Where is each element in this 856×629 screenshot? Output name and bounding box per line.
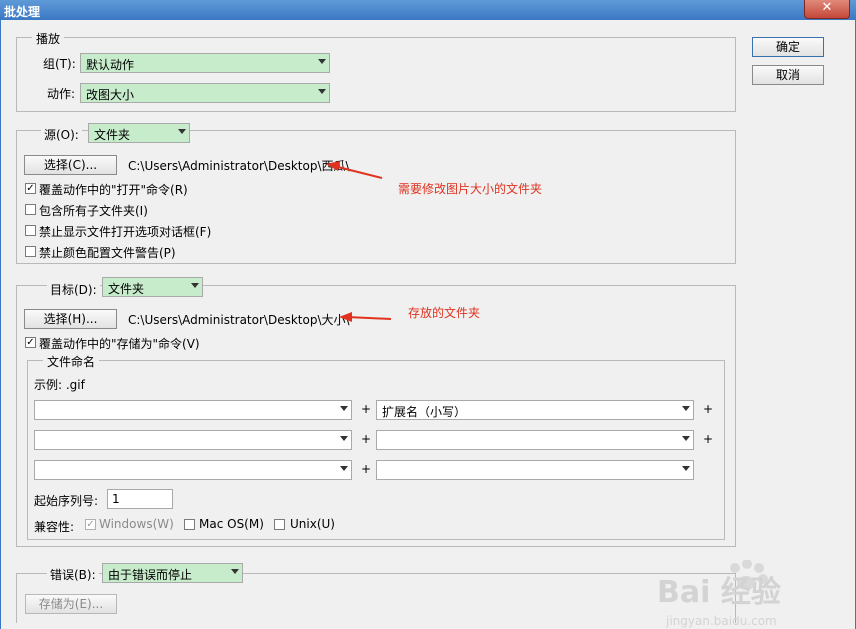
compat-unix-label: Unix(U)	[290, 517, 335, 531]
check-icon: ✓	[86, 519, 95, 530]
chevron-down-icon	[191, 283, 199, 288]
source-choose-button[interactable]: 选择(C)...	[24, 155, 117, 175]
check-icon: ✓	[26, 183, 35, 194]
arrow-annotation-source	[326, 161, 383, 179]
plus-icon[interactable]: +	[703, 432, 713, 446]
group-select[interactable]: 默认动作	[80, 53, 330, 73]
compat-windows-label: Windows(W)	[99, 517, 174, 531]
action-select-value: 改图大小	[86, 88, 135, 102]
plus-icon: +	[361, 402, 372, 416]
compat-unix-checkbox[interactable]	[274, 519, 285, 530]
watermark-url: jingyan.baidu.com	[666, 614, 777, 628]
source-checkbox-override-open-label: 覆盖动作中的"打开"命令(R)	[39, 183, 188, 197]
paw-icon: Bai 经验	[657, 559, 781, 610]
source-checkbox-override-open[interactable]: ✓	[25, 183, 36, 194]
chevron-down-icon	[231, 569, 239, 574]
target-annotation: 存放的文件夹	[408, 306, 481, 320]
file-naming-legend: 文件命名	[43, 353, 100, 370]
source-checkbox-suppress-color-label: 禁止颜色配置文件警告(P)	[39, 246, 176, 260]
source-checkbox-suppress-open-label: 禁止显示文件打开选项对话框(F)	[39, 225, 212, 239]
compat-macos-checkbox[interactable]	[184, 519, 195, 530]
source-select-value: 文件夹	[94, 128, 131, 142]
naming-row-3-right-select[interactable]	[376, 460, 694, 480]
play-legend: 播放	[32, 30, 65, 47]
errors-select-value: 由于错误而停止	[108, 568, 193, 582]
check-icon: ✓	[26, 337, 35, 348]
target-choose-button[interactable]: 选择(H)...	[24, 309, 117, 329]
chevron-down-icon	[318, 59, 326, 64]
chevron-down-icon	[318, 89, 326, 94]
close-icon: ✕	[821, 0, 833, 15]
chevron-down-icon	[340, 466, 348, 471]
naming-row-1-left-select[interactable]	[34, 400, 352, 420]
target-select[interactable]: 文件夹	[102, 277, 203, 297]
naming-example: 示例: .gif	[34, 378, 85, 392]
naming-row-2-right-select[interactable]	[376, 430, 694, 450]
action-label: 动作:	[47, 87, 76, 101]
naming-row-3-left-select[interactable]	[34, 460, 352, 480]
source-checkbox-subfolders[interactable]	[25, 204, 36, 215]
target-select-value: 文件夹	[108, 282, 145, 296]
chevron-down-icon	[178, 129, 186, 134]
save-as-button: 存储为(E)...	[25, 594, 117, 614]
source-checkbox-subfolders-label: 包含所有子文件夹(I)	[39, 204, 148, 218]
chevron-down-icon	[682, 436, 690, 441]
cancel-button[interactable]: 取消	[752, 65, 824, 85]
source-label: 源(O):	[41, 126, 82, 143]
compat-macos-label: Mac OS(M)	[199, 517, 264, 531]
arrow-annotation-target	[339, 312, 392, 322]
close-button[interactable]: ✕	[804, 0, 850, 19]
errors-label: 错误(B):	[47, 566, 99, 583]
source-annotation: 需要修改图片大小的文件夹	[398, 182, 543, 196]
title-bar: 批处理 ✕	[0, 0, 856, 20]
compat-label: 兼容性:	[34, 520, 75, 534]
errors-select[interactable]: 由于错误而停止	[102, 563, 243, 583]
ok-button[interactable]: 确定	[752, 37, 824, 57]
target-checkbox-override-save-label: 覆盖动作中的"存储为"命令(V)	[39, 337, 200, 351]
chevron-down-icon	[340, 406, 348, 411]
start-serial-label: 起始序列号:	[34, 494, 99, 508]
source-path: C:\Users\Administrator\Desktop\西瓜\	[128, 159, 350, 173]
source-checkbox-suppress-open[interactable]	[25, 225, 36, 236]
plus-icon: +	[361, 462, 372, 476]
file-naming-group	[27, 360, 725, 540]
chevron-down-icon	[682, 466, 690, 471]
window-title: 批处理	[4, 5, 41, 19]
source-select[interactable]: 文件夹	[88, 123, 190, 143]
target-label: 目标(D):	[47, 281, 100, 298]
dialog-body: 确定 取消 播放 组(T): 默认动作 动作: 改图大小 源(O): 文件夹 选…	[0, 20, 856, 629]
watermark-logo: Bai 经验	[657, 559, 827, 610]
group-select-value: 默认动作	[86, 58, 135, 72]
plus-icon: +	[361, 432, 372, 446]
start-serial-input[interactable]: 1	[107, 489, 173, 509]
action-select[interactable]: 改图大小	[80, 83, 330, 103]
compat-windows-checkbox: ✓	[85, 519, 96, 530]
watermark-text: Bai 经验	[657, 575, 781, 610]
naming-row-1-right-select[interactable]: 扩展名（小写）	[376, 400, 694, 420]
source-checkbox-suppress-color[interactable]	[25, 246, 36, 257]
target-checkbox-override-save[interactable]: ✓	[25, 337, 36, 348]
plus-icon[interactable]: +	[703, 402, 713, 416]
chevron-down-icon	[682, 406, 690, 411]
naming-row-2-left-select[interactable]	[34, 430, 352, 450]
target-path: C:\Users\Administrator\Desktop\大小\	[128, 313, 350, 327]
group-label: 组(T):	[43, 57, 76, 71]
chevron-down-icon	[340, 436, 348, 441]
